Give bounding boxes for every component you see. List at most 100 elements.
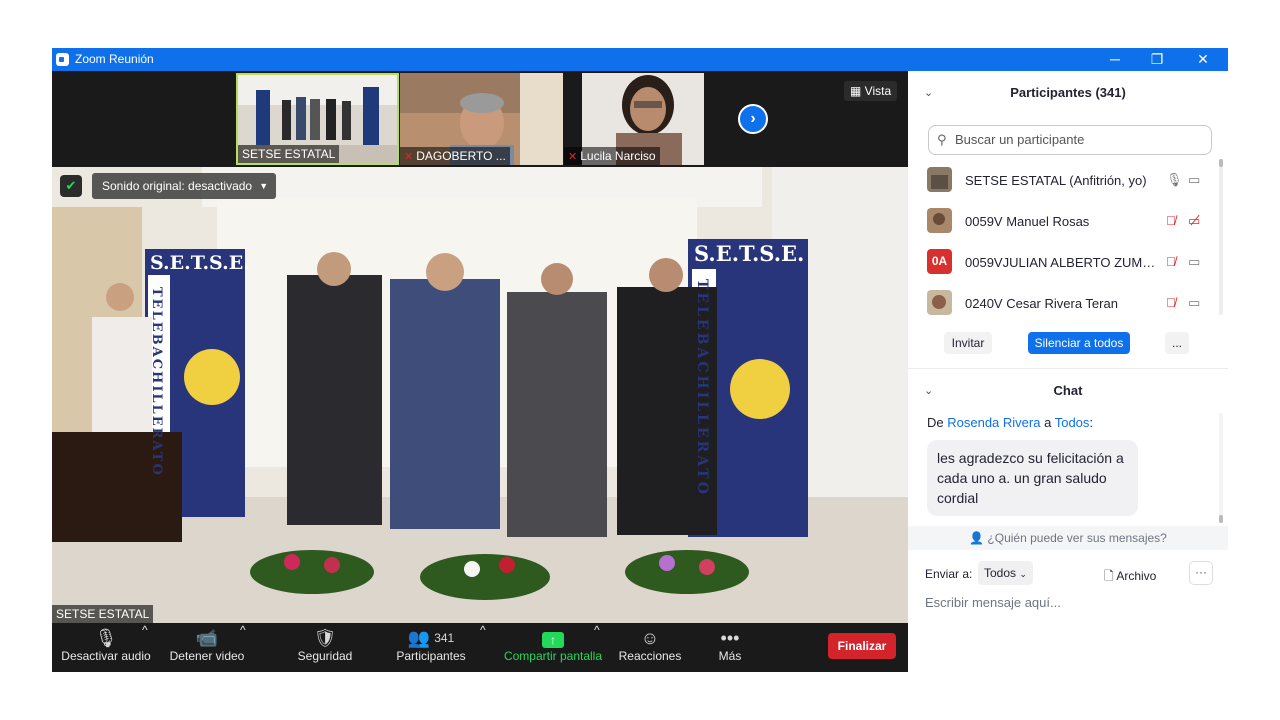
minimize-button[interactable]: ─ [1092,48,1138,71]
reactions-button[interactable]: ☺ Reacciones [618,623,682,672]
file-button[interactable]: 🗋 Archivo [1104,567,1156,588]
window-title: Zoom Reunión [75,52,154,66]
participants-options-caret-icon[interactable]: ^ [480,623,486,672]
chat-message-input[interactable]: Escribir mensaje aquí... [925,595,1061,610]
original-sound-toggle[interactable]: Sonido original: desactivado ▼ [92,173,277,199]
participant-row[interactable]: 0A 0059VJULIAN ALBERTO ZUMAYA... 🎙̸ ▭ [908,243,1228,284]
participant-row[interactable]: 0059V Manuel Rosas 🎙̸ ▭̸ [908,202,1228,243]
invite-button[interactable]: Invitar [944,332,992,354]
mic-muted-icon[interactable]: 🎙̸ [1166,254,1176,269]
video-thumbnail[interactable]: ✕ Lucila Narciso [564,73,727,165]
participant-row[interactable]: 0240V Cesar Rivera Teran 🎙̸ ▭ [908,284,1228,316]
thumbnail-name-wrap: ✕ DAGOBERTO ... [400,147,510,165]
security-shield-icon[interactable]: ✔ [60,175,82,197]
chat-header: ⌄ Chat [908,369,1228,413]
view-label: Vista [864,84,892,98]
who-can-see-messages[interactable]: 👤 ¿Quién puede ver sus mensajes? [908,526,1228,550]
participant-row[interactable]: SETSE ESTATAL (Anfitrión, yo) 🎙 ▭ [908,161,1228,202]
mute-all-button[interactable]: Silenciar a todos [1028,332,1130,354]
collapse-chevron-icon[interactable]: ⌄ [924,71,933,115]
who-can-see-label: ¿Quién puede ver sus mensajes? [987,531,1167,545]
banner-text-right: S.E.T.S.E. [694,241,804,266]
security-button[interactable]: 🛡 Seguridad [290,623,360,672]
send-to-value: Todos [984,566,1017,580]
next-page-button[interactable]: › [738,104,768,134]
banner-vertical-left: TELEBACHILLERATO [149,287,164,477]
video-thumbnail[interactable]: SETSE ESTATAL [236,73,399,165]
banner-text-left: S.E.T.S.E. [150,252,250,274]
video-camera-icon[interactable]: ▭ [1188,254,1200,270]
message-sender[interactable]: Rosenda Rivera [947,415,1040,430]
avatar [927,167,952,192]
main-video: S.E.T.S.E. S.E.T.S.E. TELEBACHILLERATO T… [52,167,908,623]
chat-scrollbar[interactable] [1219,413,1223,523]
video-off-icon[interactable]: ▭̸ [1188,213,1200,229]
thumbnail-strip: SETSE ESTATAL ✕ DAGOBERTO ... ✕ Lucila N… [52,71,908,167]
thumbnail-name-wrap: ✕ Lucila Narciso [564,147,660,165]
chevron-down-icon: ⌄ [1019,569,1027,579]
search-icon: ⚲ [937,132,947,147]
message-sender-line: De Rosenda Rivera a Todos: [927,415,1093,430]
video-options-caret-icon[interactable]: ^ [240,623,246,672]
more-button[interactable]: ••• Más [708,623,752,672]
chat-more-button[interactable]: ··· [1189,561,1213,585]
avatar [927,208,952,233]
original-sound-label: Sonido original: desactivado [102,179,253,193]
video-thumbnail[interactable]: ✕ DAGOBERTO ... [400,73,563,165]
participant-scrollbar[interactable] [1219,159,1223,315]
meeting-area: SETSE ESTATAL ✕ DAGOBERTO ... ✕ Lucila N… [52,71,908,672]
thumbnail-name: SETSE ESTATAL [238,145,340,163]
reactions-label: Reacciones [618,649,682,663]
mic-muted-icon: ✕ [404,151,414,163]
view-button[interactable]: ▦ Vista [844,81,898,101]
participant-name: 0240V Cesar Rivera Teran [965,296,1118,311]
video-camera-icon[interactable]: ▭ [1188,295,1200,311]
close-button[interactable]: ✕ [1180,48,1226,71]
reaction-icon: ☺ [640,628,660,648]
send-to-dropdown[interactable]: Todos ⌄ [978,561,1033,585]
video-camera-icon[interactable]: ▭ [1188,172,1200,188]
mute-audio-label: Desactivar audio [61,649,151,663]
meeting-toolbar: 🎙 Desactivar audio ^ 📹 Detener video ^ 🛡… [52,623,908,672]
thumbnail-name: Lucila Narciso [580,149,656,163]
more-label: Más [718,649,742,663]
more-dots-icon: ••• [720,628,740,648]
avatar: 0A [927,249,952,274]
banner-vertical-right: TELEBACHILLERATO [694,279,710,497]
participants-label: Participantes [396,649,466,663]
end-meeting-button[interactable]: Finalizar [828,633,896,659]
participants-more-button[interactable]: ... [1165,332,1189,354]
stop-video-label: Detener video [169,649,245,663]
chat-title: Chat [1053,383,1083,398]
share-screen-button[interactable]: ↑ Compartir pantalla [500,623,606,672]
to-word: a [1044,415,1052,430]
file-label: Archivo [1116,569,1157,583]
participant-name: 0059VJULIAN ALBERTO ZUMAYA... [965,255,1161,270]
restore-button[interactable]: ❐ [1134,48,1180,71]
main-video-image: S.E.T.S.E. S.E.T.S.E. TELEBACHILLERATO T… [52,167,908,623]
microphone-icon[interactable]: 🎙 [1166,172,1183,188]
colon: : [1089,415,1094,430]
collapse-chevron-icon[interactable]: ⌄ [924,369,933,413]
chat-message-bubble: les agradezco su felicitación a cada uno… [927,440,1138,516]
mic-muted-icon[interactable]: 🎙̸ [1166,295,1176,310]
mute-audio-button[interactable]: 🎙 Desactivar audio [60,623,152,672]
message-recipient: Todos [1054,415,1090,430]
participant-name: SETSE ESTATAL (Anfitrión, yo) [965,173,1147,188]
participant-search-input[interactable]: ⚲ Buscar un participante [928,125,1212,155]
participants-count: 341 [434,631,455,645]
person-lock-icon: 👤 [969,531,988,545]
mic-muted-icon[interactable]: 🎙̸ [1166,213,1176,228]
active-speaker-name: SETSE ESTATAL [52,605,154,623]
participants-button[interactable]: 👥 341 Participantes [392,623,470,672]
mic-muted-icon: ✕ [568,151,578,163]
side-panel: ⌄ Participantes (341) ⚲ Buscar un partic… [908,71,1228,672]
file-icon: 🗋 [1104,569,1117,583]
share-options-caret-icon[interactable]: ^ [594,623,600,672]
from-prefix: De [927,415,944,430]
audio-options-caret-icon[interactable]: ^ [142,623,148,672]
stop-video-button[interactable]: 📹 Detener video [166,623,248,672]
share-screen-label: Compartir pantalla [503,649,603,663]
participant-name: 0059V Manuel Rosas [965,214,1090,229]
avatar [927,290,952,315]
